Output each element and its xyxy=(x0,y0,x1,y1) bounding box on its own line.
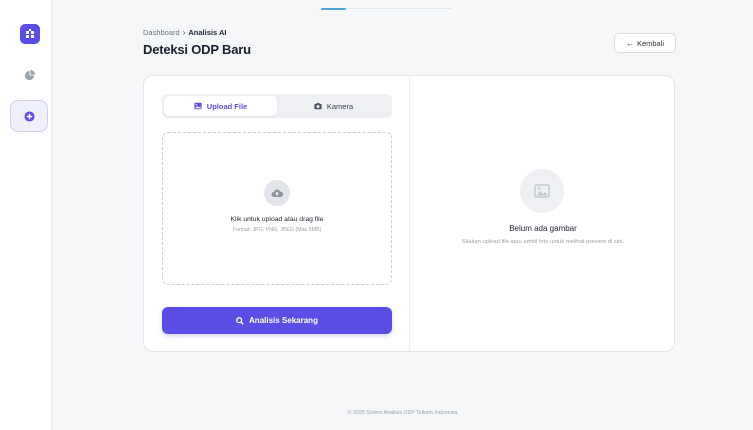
breadcrumb: Dashboard › Analisis AI xyxy=(143,28,226,37)
cloud-upload-icon xyxy=(264,180,290,206)
app-logo[interactable] xyxy=(20,24,40,44)
sidebar-item-dashboard[interactable] xyxy=(10,59,48,91)
plus-circle-icon xyxy=(23,110,35,122)
card-divider xyxy=(409,76,410,351)
preview-empty-subtitle: Silakan upload file atau ambil foto untu… xyxy=(461,239,625,245)
sidebar-item-analisis[interactable] xyxy=(10,100,48,132)
main-card: Upload File Kamera Klik untuk upload ata… xyxy=(143,75,675,352)
page-title: Deteksi ODP Baru xyxy=(143,42,251,57)
tab-upload-file-label: Upload File xyxy=(206,101,248,111)
image-placeholder-icon xyxy=(520,169,564,213)
analyze-button[interactable]: Analisis Sekarang xyxy=(162,307,392,334)
dropzone-title: Klik untuk upload atau drag file xyxy=(230,216,324,223)
file-dropzone[interactable]: Klik untuk upload atau drag file Format:… xyxy=(162,132,392,285)
back-button-label: Kembali xyxy=(636,38,665,48)
pie-chart-icon xyxy=(24,69,35,80)
tab-kamera-label: Kamera xyxy=(326,101,354,111)
chevron-right-icon: › xyxy=(182,28,186,37)
sidebar xyxy=(0,0,52,430)
analyze-button-label: Analisis Sekarang xyxy=(249,316,318,325)
breadcrumb-dashboard[interactable]: Dashboard xyxy=(143,28,180,37)
top-progress-accent xyxy=(321,8,346,10)
dropzone-formats: Format: JPG, PNG, JPEG (Max 5MB) xyxy=(232,227,322,233)
top-divider xyxy=(346,8,452,9)
footer: © 2025 Sistem Analisis ODP Telkom Indone… xyxy=(347,410,458,416)
arrow-left-icon: ← xyxy=(625,38,634,48)
back-button[interactable]: ← Kembali xyxy=(614,33,676,53)
tab-kamera[interactable]: Kamera xyxy=(277,96,390,116)
image-icon xyxy=(194,102,202,110)
search-icon xyxy=(236,316,244,325)
tab-upload-file[interactable]: Upload File xyxy=(164,96,277,116)
camera-icon xyxy=(314,102,322,110)
preview-empty-title: Belum ada gambar xyxy=(509,224,577,233)
building-icon xyxy=(26,29,34,38)
upload-mode-tabs: Upload File Kamera xyxy=(162,94,392,118)
breadcrumb-current: Analisis AI xyxy=(188,28,227,37)
